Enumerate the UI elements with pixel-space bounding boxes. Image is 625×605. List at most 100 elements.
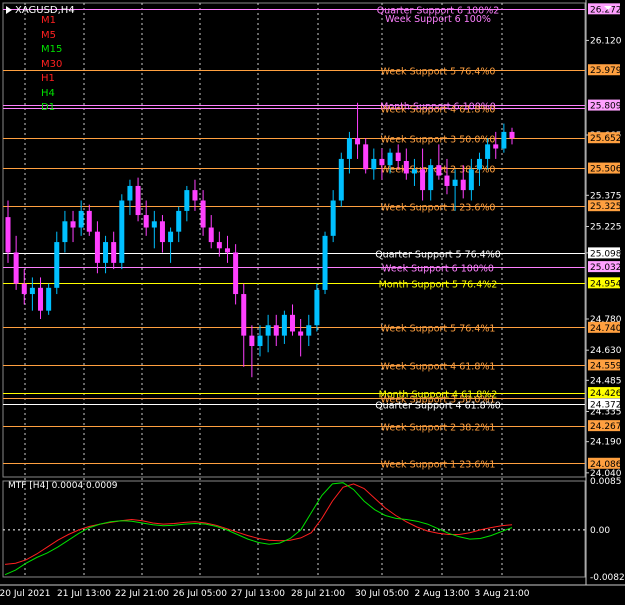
- level-label: Month Support 5 76.4%2: [379, 280, 498, 291]
- candle-body: [233, 252, 239, 295]
- level-label: Week Support 5 76.4%1: [381, 324, 496, 335]
- price-tag-label: 24.267: [590, 422, 622, 432]
- candle-body: [395, 152, 401, 161]
- candle-body: [184, 190, 190, 211]
- candle-body: [330, 200, 336, 236]
- candle-body: [249, 335, 255, 347]
- candle-body: [78, 210, 84, 228]
- candle-body: [476, 158, 482, 170]
- price-tag-label: 24.954: [590, 279, 622, 289]
- price-tag-label: 25.032: [590, 263, 622, 273]
- candle-body: [119, 200, 125, 263]
- level-label: Week Support 2 38.2%1: [381, 423, 496, 434]
- candle-body: [420, 169, 426, 191]
- price-tick-label: 25.375: [590, 191, 622, 201]
- candle-body: [216, 242, 222, 249]
- indicator-plot-frame: [2, 480, 586, 578]
- price-tick-label: 24.630: [590, 346, 622, 356]
- candle-body: [444, 175, 450, 186]
- timeframe-m30[interactable]: M30: [41, 59, 62, 70]
- candle-body: [62, 221, 68, 243]
- time-tick-label: 3 Aug 21:00: [475, 589, 530, 599]
- candle-body: [159, 221, 165, 243]
- time-tick-label: 2 Aug 13:00: [415, 589, 470, 599]
- price-tag-label: 25.098: [590, 249, 622, 259]
- price-tick-label: 25.225: [590, 222, 622, 232]
- time-tick-label: 26 Jul 05:00: [173, 589, 227, 599]
- candle-body: [452, 179, 458, 186]
- price-tag-label: 25.809: [590, 102, 622, 112]
- price-tag-label: 25.506: [590, 165, 622, 175]
- price-tag-label: 24.559: [590, 361, 622, 371]
- candle-body: [70, 221, 76, 228]
- candle-body: [355, 138, 361, 145]
- candle-body: [346, 138, 352, 159]
- candle-body: [468, 169, 474, 191]
- osc-tick-label: 0.0085: [590, 477, 622, 487]
- timeframe-d1[interactable]: D1: [41, 102, 55, 113]
- candle-body: [338, 158, 344, 201]
- candle-body: [176, 210, 182, 232]
- candle-body: [200, 200, 206, 228]
- candle-body: [21, 283, 27, 295]
- timeframe-m5[interactable]: M5: [41, 30, 56, 41]
- price-tag-label: 24.372: [590, 400, 622, 410]
- chart-window[interactable]: 20 Jul 2021 21 Jul 13:00 22 Jul 21:00 26 Ju…: [0, 0, 625, 602]
- candle-body: [509, 131, 515, 139]
- candle-body: [127, 185, 133, 201]
- price-tick-label: 24.485: [590, 376, 622, 386]
- candle-body: [208, 227, 214, 243]
- price-tag-label: 24.740: [590, 324, 622, 334]
- candle-body: [86, 210, 92, 232]
- candle-body: [485, 144, 491, 159]
- candle-body: [290, 314, 296, 332]
- level-label: Week Support 4 61.8%1: [381, 362, 496, 373]
- candle-body: [501, 131, 507, 149]
- price-tag-label: 25.325: [590, 202, 622, 212]
- time-tick-label: 22 Jul 21:00: [115, 589, 169, 599]
- time-tick-label: 21 Jul 13:00: [57, 589, 111, 599]
- price-tag-label: 25.979: [590, 66, 622, 76]
- candle-body: [314, 289, 320, 326]
- candle-body: [54, 242, 60, 288]
- time-tick-label: 30 Jul 05:00: [355, 589, 409, 599]
- candle-body: [111, 242, 117, 263]
- candle-body: [371, 158, 377, 170]
- candle-body: [151, 221, 157, 228]
- level-label: Week Support 3 50.0%0: [381, 135, 496, 146]
- candle-body: [379, 158, 385, 166]
- candle-body: [241, 294, 247, 336]
- candle-body: [5, 217, 11, 253]
- candle-body: [29, 287, 35, 295]
- candle-body: [38, 287, 44, 311]
- candle-body: [13, 252, 19, 284]
- level-label: Week Support 1 23.6%0: [381, 203, 496, 214]
- timeframe-m15[interactable]: M15: [41, 44, 62, 55]
- indicator-label: MTF [H4] 0.0004 0.0009: [8, 481, 118, 491]
- price-tick-label: 24.190: [590, 438, 622, 448]
- candle-body: [298, 331, 304, 336]
- candle-body: [411, 169, 417, 174]
- level-label: Week Support 6 100%0: [382, 264, 494, 275]
- candle-body: [281, 314, 287, 336]
- candle-body: [94, 231, 100, 263]
- candle-body: [265, 325, 271, 336]
- symbol-triangle-icon: [6, 6, 12, 14]
- price-tick-label: 26.120: [590, 36, 622, 46]
- timeframe-h4[interactable]: H4: [41, 88, 55, 99]
- candle-body: [46, 287, 52, 311]
- timeframe-h1[interactable]: H1: [41, 73, 55, 84]
- level-label: Quarter Support 5 76.4%0: [375, 250, 501, 261]
- chart-canvas[interactable]: 20 Jul 2021 21 Jul 13:00 22 Jul 21:00 26 Ju…: [0, 0, 625, 602]
- price-tag-label: 24.086: [590, 460, 622, 470]
- candle-body: [135, 185, 141, 216]
- candle-body: [493, 144, 499, 149]
- candle-body: [403, 161, 409, 174]
- price-tag-label: 25.652: [590, 134, 622, 144]
- level-label: Week Support 6 100%: [385, 14, 491, 25]
- candle-body: [322, 235, 328, 290]
- candle-body: [192, 190, 198, 201]
- level-label: Week Support 4 61.8%0: [381, 105, 496, 116]
- candle-body: [387, 152, 393, 166]
- timeframe-m1[interactable]: M1: [41, 15, 56, 26]
